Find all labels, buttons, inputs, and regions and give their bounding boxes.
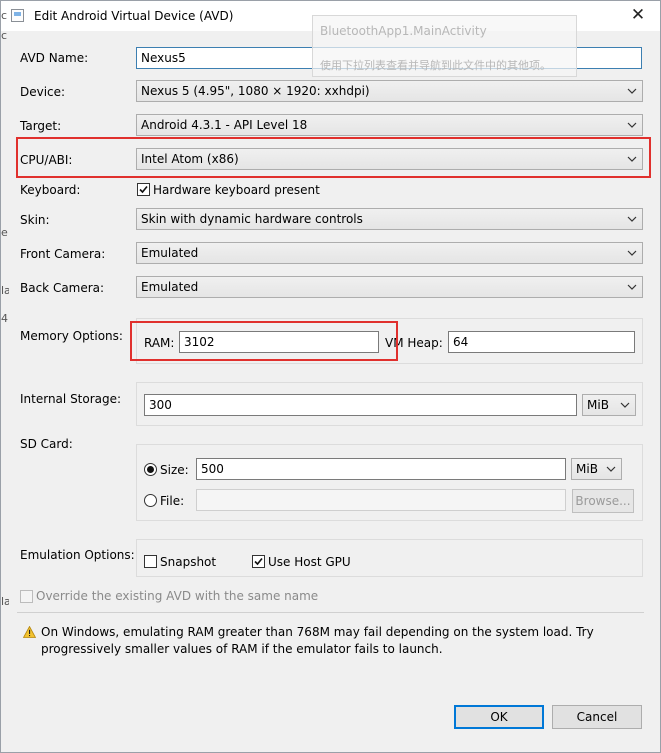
chevron-down-icon: [627, 216, 637, 222]
target-value: Android 4.3.1 - API Level 18: [141, 118, 308, 132]
device-value: Nexus 5 (4.95", 1080 × 1920: xxhdpi): [141, 84, 370, 98]
override-avd-label: Override the existing AVD with the same …: [36, 589, 319, 603]
background-window-edge: 4: [1, 312, 8, 325]
snapshot-checkbox[interactable]: [144, 555, 157, 568]
avd-name-label: AVD Name:: [20, 51, 89, 65]
back-camera-value: Emulated: [141, 280, 199, 294]
sd-size-label: Size:: [160, 463, 189, 477]
back-camera-select[interactable]: Emulated: [136, 276, 643, 298]
memory-options-label: Memory Options:: [20, 329, 123, 343]
chevron-down-icon: [606, 466, 616, 472]
checkmark-icon: [139, 185, 148, 194]
background-window-edge: c: [1, 9, 8, 22]
browse-button-label: Browse...: [575, 494, 631, 508]
sd-card-label: SD Card:: [20, 437, 73, 451]
navigation-tooltip: BluetoothApp1.MainActivity 使用下拉列表查看并导航到此…: [312, 15, 577, 77]
sd-size-unit-select[interactable]: MiB: [571, 458, 622, 480]
chevron-down-icon: [627, 250, 637, 256]
sd-size-input[interactable]: 500: [196, 458, 566, 480]
cpu-abi-label: CPU/ABI:: [20, 153, 73, 167]
close-icon: ✕: [630, 5, 646, 25]
skin-label: Skin:: [20, 213, 50, 227]
background-window-edge: la: [1, 284, 9, 297]
background-window-edge: e: [1, 226, 8, 239]
background-window-edge: la: [1, 595, 9, 608]
ok-button-label: OK: [490, 710, 508, 724]
tooltip-title: BluetoothApp1.MainActivity: [320, 24, 487, 38]
skin-value: Skin with dynamic hardware controls: [141, 212, 363, 226]
sd-size-unit: MiB: [576, 462, 598, 476]
ram-label: RAM:: [144, 336, 175, 350]
hardware-keyboard-checkbox[interactable]: [137, 183, 150, 196]
chevron-down-icon: [627, 156, 637, 162]
chevron-down-icon: [627, 122, 637, 128]
separator: [17, 612, 644, 613]
emulation-options-label: Emulation Options:: [20, 548, 135, 562]
keyboard-label: Keyboard:: [20, 183, 81, 197]
checkmark-icon: [254, 557, 263, 566]
skin-select[interactable]: Skin with dynamic hardware controls: [136, 208, 643, 230]
vm-heap-input[interactable]: 64: [448, 331, 635, 353]
chevron-down-icon: [627, 88, 637, 94]
internal-storage-unit-select[interactable]: MiB: [582, 394, 636, 416]
target-select[interactable]: Android 4.3.1 - API Level 18: [136, 114, 643, 136]
avd-name-value: Nexus5: [141, 51, 186, 65]
vm-heap-value: 64: [453, 335, 469, 349]
internal-storage-label: Internal Storage:: [20, 392, 122, 406]
chevron-down-icon: [620, 402, 630, 408]
device-label: Device:: [20, 85, 66, 99]
close-button[interactable]: ✕: [626, 4, 650, 26]
ok-button[interactable]: OK: [454, 705, 544, 729]
target-label: Target:: [20, 119, 62, 133]
snapshot-label: Snapshot: [160, 555, 217, 569]
sd-file-input[interactable]: [196, 489, 566, 511]
sd-file-radio[interactable]: [144, 494, 157, 507]
sd-size-radio[interactable]: [144, 463, 157, 476]
front-camera-label: Front Camera:: [20, 247, 106, 261]
window-title: Edit Android Virtual Device (AVD): [34, 9, 234, 23]
cpu-abi-value: Intel Atom (x86): [141, 152, 239, 166]
warning-icon: [23, 626, 36, 638]
internal-storage-input[interactable]: 300: [144, 394, 577, 416]
ram-value: 3102: [184, 335, 215, 349]
cpu-abi-select[interactable]: Intel Atom (x86): [136, 148, 643, 170]
device-select[interactable]: Nexus 5 (4.95", 1080 × 1920: xxhdpi): [136, 80, 643, 102]
ram-input[interactable]: 3102: [179, 331, 379, 353]
chevron-down-icon: [627, 284, 637, 290]
sd-file-label: File:: [160, 494, 185, 508]
tooltip-text: 使用下拉列表查看并导航到此文件中的其他项。: [320, 59, 551, 72]
internal-storage-unit: MiB: [587, 398, 609, 412]
front-camera-select[interactable]: Emulated: [136, 242, 643, 264]
dialog-window: Edit Android Virtual Device (AVD) ✕ c c …: [0, 0, 661, 753]
background-window-edge: c: [1, 29, 8, 42]
window-icon: [11, 9, 24, 22]
use-host-gpu-label: Use Host GPU: [268, 555, 351, 569]
back-camera-label: Back Camera:: [20, 281, 105, 295]
warning-message: On Windows, emulating RAM greater than 7…: [41, 625, 594, 656]
front-camera-value: Emulated: [141, 246, 199, 260]
cancel-button[interactable]: Cancel: [552, 705, 642, 729]
cancel-button-label: Cancel: [576, 710, 618, 724]
override-avd-checkbox[interactable]: [20, 590, 33, 603]
hardware-keyboard-label: Hardware keyboard present: [153, 183, 320, 197]
sd-size-value: 500: [201, 462, 224, 476]
browse-button[interactable]: Browse...: [572, 489, 634, 513]
vm-heap-label: VM Heap:: [385, 336, 443, 350]
use-host-gpu-checkbox[interactable]: [252, 555, 265, 568]
internal-storage-value: 300: [149, 398, 172, 412]
